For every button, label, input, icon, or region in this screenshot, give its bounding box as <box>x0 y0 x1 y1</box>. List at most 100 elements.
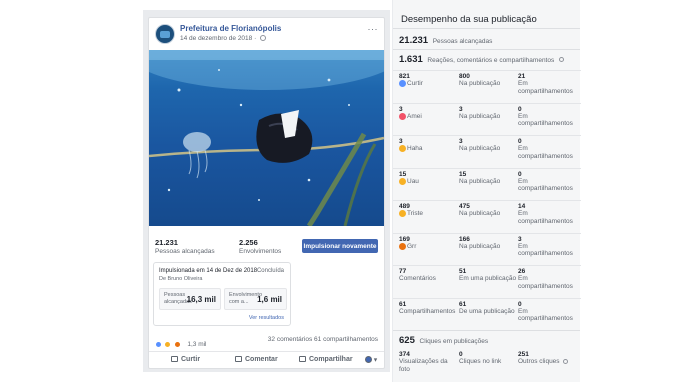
label-text: Na publicação <box>459 210 501 217</box>
in-shares-value: 21 <box>518 73 526 80</box>
reaction-row: 3 Amei 3 Na publicação 0 Em compartilhamentos <box>393 102 581 135</box>
reaction-type-label: Grr <box>399 242 457 251</box>
view-results-link[interactable]: Ver resultados <box>249 315 284 321</box>
page-avatar[interactable] <box>155 24 175 44</box>
boost-reach-value: 16,3 mil <box>186 295 216 304</box>
link-clicks-label: Cliques no link <box>459 358 502 365</box>
on-post-label: De uma publicação <box>459 308 517 316</box>
wow-icon <box>399 177 406 185</box>
audience-selector[interactable]: ▾ <box>363 356 377 363</box>
reaction-total-cell: 821 Curtir <box>399 73 457 88</box>
in-shares-label: Em compartilhamentos <box>518 178 576 193</box>
label-text: Na publicação <box>459 145 501 152</box>
angry-reaction-icon <box>173 341 181 349</box>
divider <box>393 28 580 29</box>
label-text: Em compartilhamentos <box>518 145 573 160</box>
on-post-value: 166 <box>459 235 470 243</box>
engagement-label: Envolvimentos <box>239 248 282 255</box>
boost-again-button[interactable]: Impulsionar novamente <box>302 239 378 253</box>
page-name-link[interactable]: Prefeitura de Florianópolis <box>180 24 281 33</box>
on-post-value: 51 <box>459 268 467 275</box>
boost-title: Impulsionada em 14 de Dez de 2018 <box>159 268 258 274</box>
more-options-icon[interactable]: ··· <box>368 24 379 34</box>
other-clicks-text: Outros cliques <box>518 358 560 365</box>
label-text: Na publicação <box>459 242 501 250</box>
label-text: Em compartilhamentos <box>518 80 573 95</box>
haha-icon <box>399 145 406 152</box>
in-shares-label: Em compartilhamentos <box>518 308 576 323</box>
comment-button[interactable]: Comentar <box>235 356 278 363</box>
label-text: Na publicação <box>459 80 501 87</box>
reaction-summary[interactable]: 1,3 mil 32 comentários 61 compartilhamen… <box>155 336 378 349</box>
reaction-row: 61 Compartilhamentos 61 De uma publicação 0 E… <box>393 297 581 330</box>
reaction-row: 77 Comentários 51 Em uma publicação 26 Em com… <box>393 265 581 297</box>
label-text: Amei <box>407 112 422 120</box>
reaction-row: 821 Curtir 800 Na publicação 21 Em compartilh… <box>393 70 581 102</box>
reach-value: 21.231 <box>155 238 178 247</box>
on-post-label: Na publicação <box>459 113 517 121</box>
sad-reaction-icon <box>164 341 172 349</box>
in-shares-cell: 21 Em compartilhamentos <box>518 73 576 95</box>
share-icon <box>299 356 306 363</box>
label-text: De uma publicação <box>459 307 515 315</box>
in-shares-label: Em compartilhamentos <box>518 113 576 128</box>
reaction-total-value: 169 <box>399 235 410 243</box>
in-shares-label: Em compartilhamentos <box>518 210 576 225</box>
post-clicks: 625 Cliques em publicações <box>399 335 488 346</box>
reaction-total-value: 489 <box>399 203 410 210</box>
people-reached-label: Pessoas alcançadas <box>432 38 493 45</box>
love-icon <box>399 112 406 120</box>
on-post-cell: 3 Na publicação <box>459 138 517 153</box>
info-icon[interactable] <box>563 358 569 364</box>
on-post-cell: 800 Na publicação <box>459 73 517 88</box>
label-text: Na publicação <box>459 177 501 185</box>
on-post-cell: 15 Na publicação <box>459 171 517 186</box>
reaction-total-cell: 169 Grr <box>399 236 457 251</box>
in-shares-label: Em compartilhamentos <box>518 275 576 290</box>
sad-icon <box>399 210 406 217</box>
in-shares-value: 0 <box>518 170 522 178</box>
in-shares-value: 3 <box>518 235 522 243</box>
other-clicks-label: Outros cliques <box>518 358 576 366</box>
share-button[interactable]: Compartilhar <box>299 356 353 363</box>
on-post-cell: 166 Na publicação <box>459 236 517 251</box>
on-post-value: 15 <box>459 170 467 178</box>
on-post-label: Na publicação <box>459 178 517 186</box>
post-performance-panel: Desempenho da sua publicação 21.231 Pess… <box>392 0 581 382</box>
label-text: Grr <box>407 242 417 250</box>
reaction-type-label: Comentários <box>399 275 457 283</box>
reaction-total-cell: 15 Uau <box>399 171 457 186</box>
info-icon[interactable] <box>558 56 564 62</box>
people-reached-value: 21.231 <box>399 35 429 46</box>
post-date[interactable]: 14 de dezembro de 2018 · <box>180 35 267 42</box>
underwater-scene-illustration <box>149 50 384 226</box>
share-label: Compartilhar <box>309 356 353 363</box>
reaction-count: 1,3 mil <box>187 341 207 349</box>
post-action-bar: Curtir Comentar Compartilhar ▾ <box>149 351 384 368</box>
performance-title: Desempenho da sua publicação <box>401 14 537 25</box>
reaction-total-value: 3 <box>399 105 403 113</box>
like-icon <box>399 80 406 87</box>
reaction-total-value: 77 <box>399 268 407 275</box>
reaction-type-label: Compartilhamentos <box>399 308 457 316</box>
like-button[interactable]: Curtir <box>171 356 200 363</box>
label-text: Triste <box>407 210 424 218</box>
on-post-cell: 475 Na publicação <box>459 203 517 218</box>
in-shares-label: Em compartilhamentos <box>518 145 576 160</box>
reactions-total-label: Reações, comentários e compartilhamentos <box>427 57 555 64</box>
post-photo[interactable] <box>149 50 384 226</box>
on-post-label: Na publicação <box>459 145 517 153</box>
on-post-value: 3 <box>459 138 463 145</box>
label-text: Comentários <box>399 275 436 282</box>
label-text: Compartilhamentos <box>399 307 456 315</box>
like-label: Curtir <box>181 356 201 363</box>
other-clicks-value: 251 <box>518 351 529 358</box>
on-post-value: 475 <box>459 203 470 210</box>
post-clicks-label: Cliques em publicações <box>419 338 489 345</box>
reaction-total-cell: 489 Triste <box>399 203 457 218</box>
globe-icon <box>260 35 267 42</box>
comments-shares-count[interactable]: 32 comentários 61 compartilhamentos <box>268 336 378 343</box>
in-shares-value: 0 <box>518 105 522 113</box>
photo-views-cell: 374 Visualizações da foto <box>399 351 457 373</box>
on-post-label: Na publicação <box>459 210 517 218</box>
